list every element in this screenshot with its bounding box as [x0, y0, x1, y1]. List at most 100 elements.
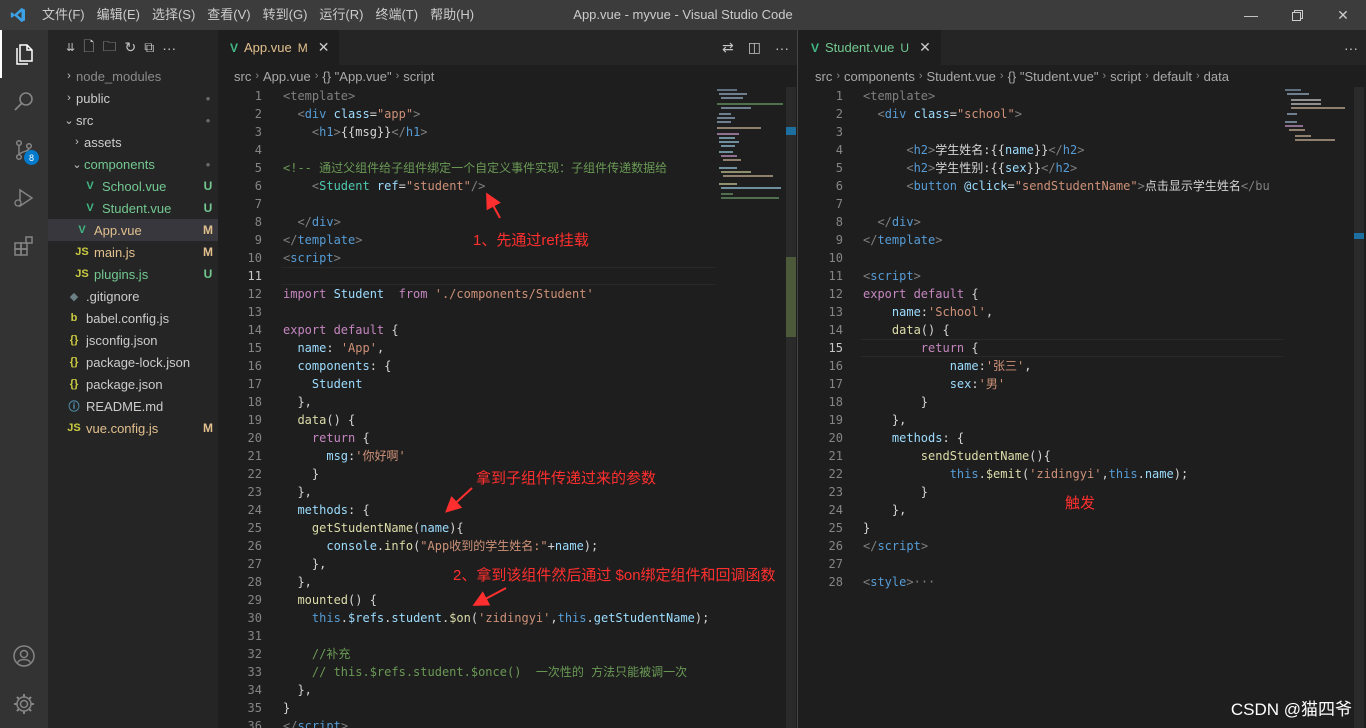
menu-item[interactable]: 查看(V)	[201, 0, 256, 30]
chevron-right-icon: ›	[999, 70, 1004, 82]
tree-folder[interactable]: › assets	[48, 131, 218, 153]
tree-folder[interactable]: ⌄ components ●	[48, 153, 218, 175]
minimap[interactable]	[1283, 87, 1353, 728]
close-tab-icon[interactable]: ✕	[919, 39, 931, 56]
source-control-icon[interactable]: 8	[0, 126, 48, 174]
line-number: 28	[247, 575, 262, 589]
code-token: export default	[863, 287, 972, 301]
code-token: h1	[319, 125, 334, 139]
more-actions-icon[interactable]: ···	[775, 40, 789, 56]
vscode-logo-icon	[0, 0, 36, 30]
account-icon[interactable]	[0, 632, 48, 680]
code-token: getStudentName	[593, 611, 695, 625]
line-number: 6	[835, 179, 843, 193]
breadcrumb-item[interactable]: script	[1110, 69, 1141, 84]
code-token: data	[283, 413, 327, 427]
code-line: // this.$refs.student.$once() 一次性的 方法只能被…	[283, 663, 687, 681]
vertical-scrollbar[interactable]	[784, 87, 797, 728]
line-number: 1	[254, 89, 262, 103]
extensions-icon[interactable]	[0, 222, 48, 270]
explorer-icon[interactable]	[0, 30, 48, 78]
tree-item-label: main.js	[94, 244, 136, 260]
open-changes-icon[interactable]: ⇄	[722, 39, 734, 56]
new-folder-icon[interactable]: 🗀	[102, 36, 116, 60]
breadcrumb-item[interactable]: default	[1153, 69, 1192, 84]
new-file-icon[interactable]: 🗋	[83, 36, 94, 60]
line-number: 23	[247, 485, 262, 499]
settings-gear-icon[interactable]	[0, 680, 48, 728]
tree-file[interactable]: V Student.vue U	[48, 197, 218, 219]
menu-item[interactable]: 文件(F)	[36, 0, 91, 30]
more-actions-icon[interactable]: ···	[162, 40, 176, 56]
breadcrumb-item[interactable]: data	[1204, 69, 1229, 84]
tree-file[interactable]: JS plugins.js U	[48, 263, 218, 285]
code-token: this	[283, 611, 341, 625]
git-status-badge: M	[203, 421, 213, 435]
code-token: name	[863, 359, 979, 373]
tree-file[interactable]: ⓘ README.md	[48, 395, 218, 417]
code-line: },	[283, 483, 311, 501]
split-editor-icon[interactable]: ◫	[748, 39, 761, 56]
menu-item[interactable]: 编辑(E)	[91, 0, 146, 30]
code-token: style	[870, 575, 907, 589]
breadcrumb-item[interactable]: {} "App.vue"	[322, 69, 391, 84]
minimize-icon[interactable]: —	[1228, 0, 1274, 30]
code-token: //补充	[283, 647, 351, 661]
refresh-icon[interactable]: ↻	[124, 39, 136, 56]
tab-app-vue[interactable]: V App.vue M ✕	[218, 30, 340, 65]
vertical-scrollbar[interactable]	[1352, 87, 1366, 728]
code-token: this	[557, 611, 587, 625]
tab-student-vue[interactable]: V Student.vue U ✕	[799, 30, 941, 65]
breadcrumb-item[interactable]: components	[844, 69, 915, 84]
close-tab-icon[interactable]: ✕	[318, 39, 330, 56]
breadcrumb-item[interactable]: src	[815, 69, 832, 84]
code-token: );	[583, 539, 599, 553]
tree-folder[interactable]: ⌄ src ●	[48, 109, 218, 131]
code-token: >	[913, 215, 921, 229]
breadcrumb-item[interactable]: Student.vue	[927, 69, 996, 84]
tree-file[interactable]: {} package.json	[48, 373, 218, 395]
menu-item[interactable]: 终端(T)	[369, 0, 424, 30]
tree-file[interactable]: ◆ .gitignore	[48, 285, 218, 307]
menu-item[interactable]: 帮助(H)	[424, 0, 480, 30]
menu-item[interactable]: 选择(S)	[146, 0, 201, 30]
tree-folder[interactable]: › node_modules	[48, 65, 218, 87]
menu-item[interactable]: 转到(G)	[257, 0, 314, 30]
line-number: 27	[247, 557, 262, 571]
line-number: 34	[247, 683, 262, 697]
code-token: $refs	[348, 611, 385, 625]
code-token: "app"	[376, 107, 414, 121]
tree-file[interactable]: b babel.config.js	[48, 307, 218, 329]
run-debug-icon[interactable]	[0, 174, 48, 222]
breadcrumb-item[interactable]: script	[403, 69, 434, 84]
more-actions-icon[interactable]: ···	[1344, 40, 1358, 56]
code-line: <style>···	[863, 573, 935, 591]
code-token: import	[283, 287, 334, 301]
code-token: .	[586, 611, 594, 625]
tree-file[interactable]: V App.vue M	[48, 219, 218, 241]
collapse-all-icon[interactable]: ⧉	[144, 39, 154, 56]
minimap[interactable]	[715, 87, 785, 728]
code-token: $on	[449, 611, 471, 625]
tree-file[interactable]: V School.vue U	[48, 175, 218, 197]
tree-file[interactable]: JS vue.config.js M	[48, 417, 218, 439]
chevron-right-icon: ›	[395, 70, 400, 82]
breadcrumb-item[interactable]: App.vue	[263, 69, 311, 84]
code-token: return	[863, 341, 972, 355]
breadcrumb-item[interactable]: src	[234, 69, 251, 84]
tree-file[interactable]: JS main.js M	[48, 241, 218, 263]
tree-file[interactable]: {} package-lock.json	[48, 351, 218, 373]
menu-item[interactable]: 运行(R)	[313, 0, 369, 30]
search-icon[interactable]	[0, 78, 48, 126]
code-token: this	[1108, 467, 1138, 481]
collapse-folders-icon[interactable]: ⇊	[66, 41, 75, 54]
code-token: },	[283, 575, 312, 589]
code-token: >	[333, 125, 341, 139]
tree-file[interactable]: {} jsconfig.json	[48, 329, 218, 351]
close-window-icon[interactable]: ✕	[1320, 0, 1366, 30]
editor-actions: ···	[1344, 30, 1358, 65]
line-number: 36	[247, 719, 262, 728]
tree-folder[interactable]: › public ●	[48, 87, 218, 109]
breadcrumb-item[interactable]: {} "Student.vue"	[1008, 69, 1099, 84]
restore-icon[interactable]	[1274, 0, 1320, 30]
